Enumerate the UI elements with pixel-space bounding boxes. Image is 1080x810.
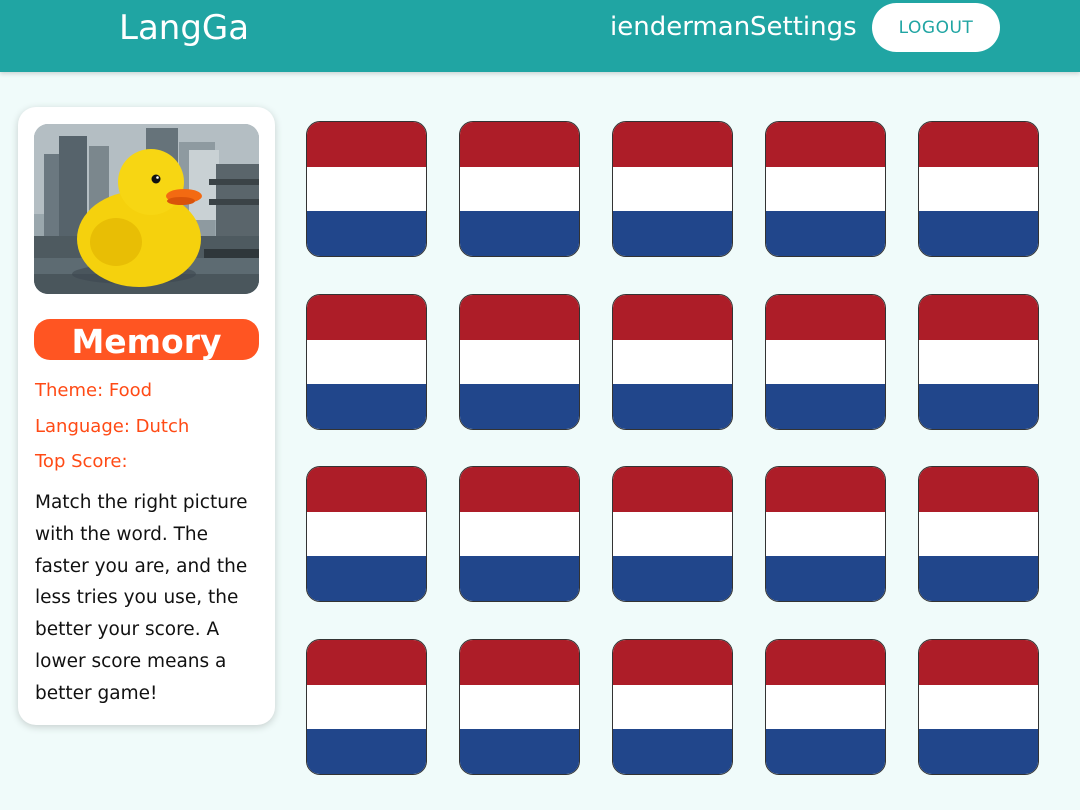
netherlands-flag-icon	[766, 295, 885, 429]
netherlands-flag-icon	[613, 295, 732, 429]
netherlands-flag-icon	[307, 640, 426, 774]
netherlands-flag-icon	[460, 295, 579, 429]
netherlands-flag-icon	[613, 122, 732, 256]
netherlands-flag-icon	[613, 640, 732, 774]
memory-card[interactable]	[765, 639, 886, 775]
memory-card[interactable]	[918, 294, 1039, 430]
netherlands-flag-icon	[460, 640, 579, 774]
rubber-duck-image	[34, 124, 259, 294]
netherlands-flag-icon	[613, 467, 732, 601]
memory-card[interactable]	[306, 121, 427, 257]
memory-card[interactable]	[459, 121, 580, 257]
memory-card[interactable]	[918, 466, 1039, 602]
memory-card[interactable]	[459, 466, 580, 602]
memory-card[interactable]	[459, 294, 580, 430]
language-label: Language: Dutch	[35, 416, 190, 437]
memory-card[interactable]	[918, 121, 1039, 257]
netherlands-flag-icon	[919, 640, 1038, 774]
memory-card[interactable]	[612, 639, 733, 775]
memory-card[interactable]	[306, 639, 427, 775]
netherlands-flag-icon	[766, 122, 885, 256]
brand-logo[interactable]: LangGa	[119, 8, 249, 48]
memory-card[interactable]	[612, 121, 733, 257]
netherlands-flag-icon	[460, 467, 579, 601]
settings-link[interactable]: Settings	[750, 12, 857, 42]
memory-card[interactable]	[918, 639, 1039, 775]
memory-card[interactable]	[459, 639, 580, 775]
netherlands-flag-icon	[307, 295, 426, 429]
memory-card[interactable]	[306, 466, 427, 602]
memory-card[interactable]	[612, 466, 733, 602]
game-info-card: Memory Theme: Food Language: Dutch Top S…	[18, 107, 275, 725]
logout-button[interactable]: LOGOUT	[872, 3, 1000, 52]
game-description: Match the right picture with the word. T…	[35, 492, 248, 704]
game-title-badge: Memory	[34, 319, 259, 361]
theme-label: Theme: Food	[35, 380, 153, 401]
username-link[interactable]: ienderman	[610, 12, 750, 42]
netherlands-flag-icon	[919, 122, 1038, 256]
netherlands-flag-icon	[766, 640, 885, 774]
top-score-label: Top Score:	[35, 451, 128, 472]
memory-card[interactable]	[306, 294, 427, 430]
netherlands-flag-icon	[766, 467, 885, 601]
memory-card[interactable]	[612, 294, 733, 430]
memory-card[interactable]	[765, 466, 886, 602]
netherlands-flag-icon	[919, 295, 1038, 429]
memory-card[interactable]	[765, 294, 886, 430]
top-navbar: LangGa ienderman Settings LOGOUT	[0, 0, 1080, 72]
netherlands-flag-icon	[307, 467, 426, 601]
memory-card[interactable]	[765, 121, 886, 257]
netherlands-flag-icon	[460, 122, 579, 256]
netherlands-flag-icon	[919, 467, 1038, 601]
netherlands-flag-icon	[307, 122, 426, 256]
